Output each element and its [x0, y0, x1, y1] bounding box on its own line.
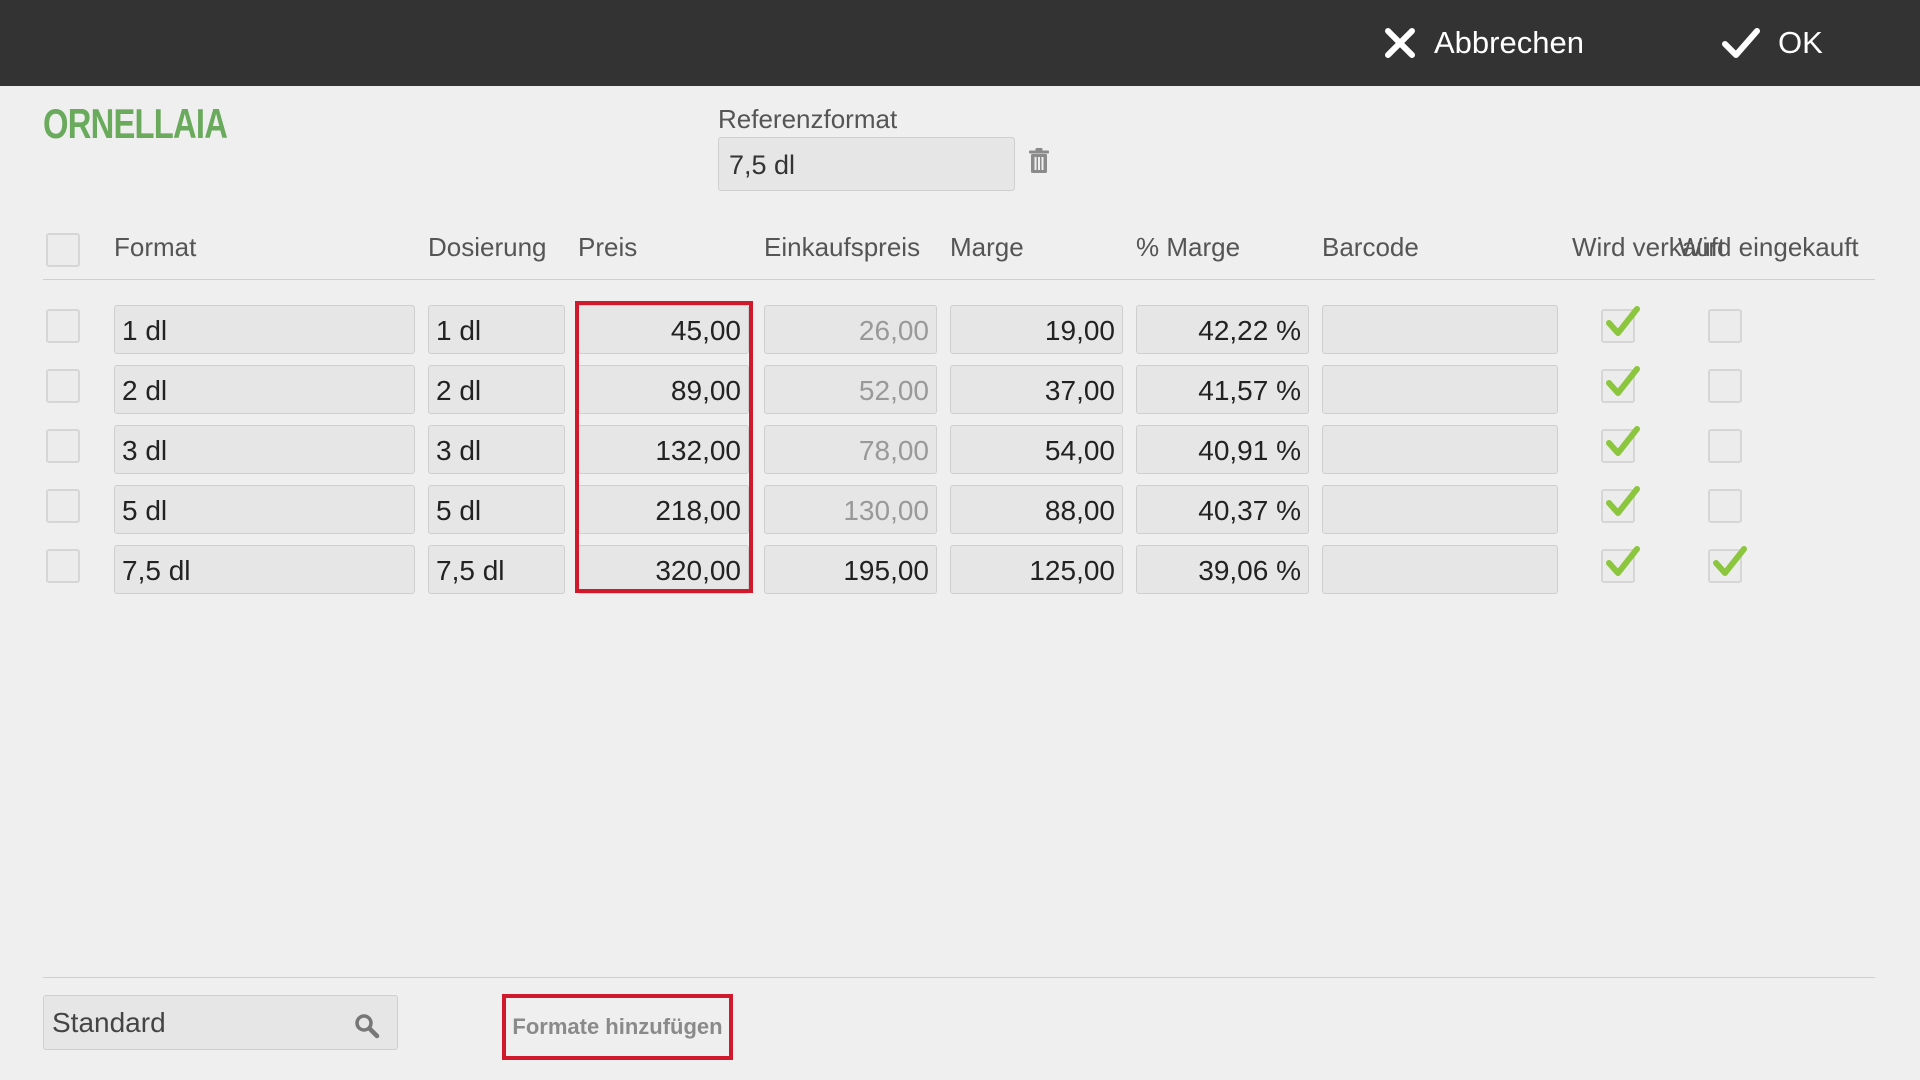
barcode-cell[interactable] — [1322, 425, 1558, 474]
top-toolbar: Abbrechen OK — [0, 0, 1920, 86]
cancel-button-label: Abbrechen — [1434, 25, 1584, 60]
header-divider — [43, 279, 1875, 280]
search-icon[interactable] — [354, 1013, 380, 1044]
format-cell[interactable]: 5 dl — [114, 485, 415, 534]
search-input[interactable]: Standard — [43, 995, 398, 1050]
ok-button[interactable]: OK — [1722, 0, 1823, 86]
preis-cell[interactable]: 132,00 — [578, 425, 749, 474]
add-formats-button[interactable]: Formate hinzufügen — [502, 994, 733, 1060]
footer-divider — [43, 977, 1875, 978]
wird-verkauft-checkbox[interactable] — [1601, 486, 1640, 523]
close-icon — [1384, 27, 1416, 59]
ok-button-label: OK — [1778, 25, 1823, 60]
row-select-checkbox[interactable] — [46, 309, 80, 343]
wird-verkauft-checkbox[interactable] — [1601, 426, 1640, 463]
einkaufspreis-cell[interactable]: 52,00 — [764, 365, 937, 414]
column-header-einkaufspreis: Einkaufspreis — [764, 232, 921, 262]
add-formats-button-label: Formate hinzufügen — [512, 1014, 723, 1039]
barcode-cell[interactable] — [1322, 305, 1558, 354]
wird-verkauft-checkbox[interactable] — [1601, 366, 1640, 403]
dosierung-cell[interactable]: 7,5 dl — [428, 545, 565, 594]
wird-eingekauft-checkbox[interactable] — [1708, 429, 1742, 463]
marge-cell[interactable]: 88,00 — [950, 485, 1123, 534]
format-cell[interactable]: 3 dl — [114, 425, 415, 474]
wird-eingekauft-checkbox[interactable] — [1708, 489, 1742, 523]
product-title: ORNELLAIA — [43, 100, 228, 147]
column-header-wird-eingekauft: Wird eingekauft — [1678, 232, 1859, 262]
einkaufspreis-cell[interactable]: 195,00 — [764, 545, 937, 594]
cancel-button[interactable]: Abbrechen — [1384, 0, 1584, 86]
wird-verkauft-checkbox[interactable] — [1601, 546, 1640, 583]
barcode-cell[interactable] — [1322, 485, 1558, 534]
format-cell[interactable]: 7,5 dl — [114, 545, 415, 594]
column-header-marge: Marge — [950, 232, 1024, 262]
preis-cell[interactable]: 89,00 — [578, 365, 749, 414]
barcode-cell[interactable] — [1322, 365, 1558, 414]
dosierung-cell[interactable]: 2 dl — [428, 365, 565, 414]
prozent-marge-cell[interactable]: 42,22 % — [1136, 305, 1309, 354]
einkaufspreis-cell[interactable]: 78,00 — [764, 425, 937, 474]
marge-cell[interactable]: 37,00 — [950, 365, 1123, 414]
marge-cell[interactable]: 125,00 — [950, 545, 1123, 594]
format-cell[interactable]: 2 dl — [114, 365, 415, 414]
select-all-checkbox[interactable] — [46, 233, 80, 267]
prozent-marge-cell[interactable]: 40,37 % — [1136, 485, 1309, 534]
row-select-checkbox[interactable] — [46, 489, 80, 523]
preis-cell[interactable]: 218,00 — [578, 485, 749, 534]
column-header-barcode: Barcode — [1322, 232, 1419, 262]
reference-format-label: Referenzformat — [718, 104, 898, 134]
marge-cell[interactable]: 54,00 — [950, 425, 1123, 474]
dosierung-cell[interactable]: 3 dl — [428, 425, 565, 474]
wird-eingekauft-checkbox[interactable] — [1708, 546, 1747, 583]
row-select-checkbox[interactable] — [46, 429, 80, 463]
format-cell[interactable]: 1 dl — [114, 305, 415, 354]
prozent-marge-cell[interactable]: 39,06 % — [1136, 545, 1309, 594]
trash-icon[interactable] — [1028, 148, 1050, 179]
wird-eingekauft-checkbox[interactable] — [1708, 369, 1742, 403]
einkaufspreis-cell[interactable]: 26,00 — [764, 305, 937, 354]
checkmark-icon — [1722, 27, 1760, 59]
marge-cell[interactable]: 19,00 — [950, 305, 1123, 354]
row-select-checkbox[interactable] — [46, 369, 80, 403]
dosierung-cell[interactable]: 5 dl — [428, 485, 565, 534]
einkaufspreis-cell[interactable]: 130,00 — [764, 485, 937, 534]
preis-cell[interactable]: 45,00 — [578, 305, 749, 354]
column-header-preis: Preis — [578, 232, 638, 262]
dosierung-cell[interactable]: 1 dl — [428, 305, 565, 354]
column-header-prozent-marge: % Marge — [1136, 232, 1241, 262]
column-header-dosierung: Dosierung — [428, 232, 547, 262]
preis-cell[interactable]: 320,00 — [578, 545, 749, 594]
wird-verkauft-checkbox[interactable] — [1601, 306, 1640, 343]
column-header-format: Format — [114, 232, 197, 262]
wird-eingekauft-checkbox[interactable] — [1708, 309, 1742, 343]
barcode-cell[interactable] — [1322, 545, 1558, 594]
prozent-marge-cell[interactable]: 41,57 % — [1136, 365, 1309, 414]
row-select-checkbox[interactable] — [46, 549, 80, 583]
reference-format-field[interactable]: 7,5 dl — [718, 137, 1015, 191]
prozent-marge-cell[interactable]: 40,91 % — [1136, 425, 1309, 474]
